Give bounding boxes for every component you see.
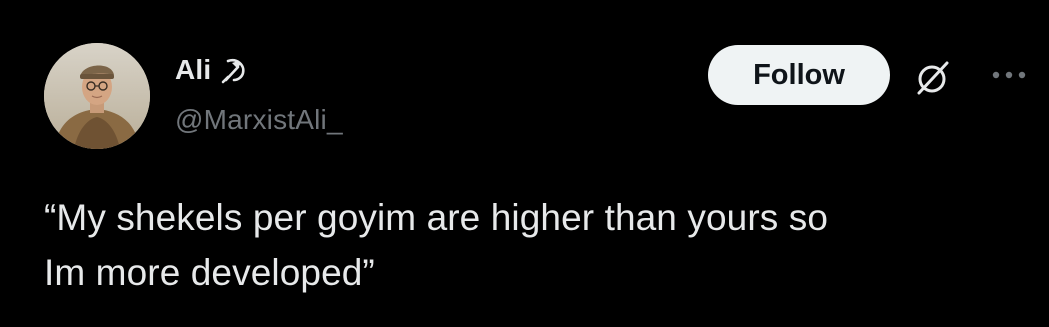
grok-icon[interactable] [912,55,956,99]
tweet-text-line: “My shekels per goyim are higher than yo… [44,197,829,238]
tweet-text-line: Im more developed” [44,252,375,293]
author-name-row[interactable]: Ali [175,52,249,88]
tweet-text: “My shekels per goyim are higher than yo… [44,190,1034,300]
author-handle[interactable]: @MarxistAli_ [175,104,343,136]
tweet-card: Ali @MarxistAli_ Follow “My shekels per … [0,0,1049,327]
display-name[interactable]: Ali [175,54,211,86]
avatar-image [44,43,150,149]
avatar[interactable] [44,43,150,149]
follow-button[interactable]: Follow [708,45,890,105]
hammer-and-sickle-icon [219,55,249,85]
more-horizontal-icon[interactable] [990,62,1030,88]
